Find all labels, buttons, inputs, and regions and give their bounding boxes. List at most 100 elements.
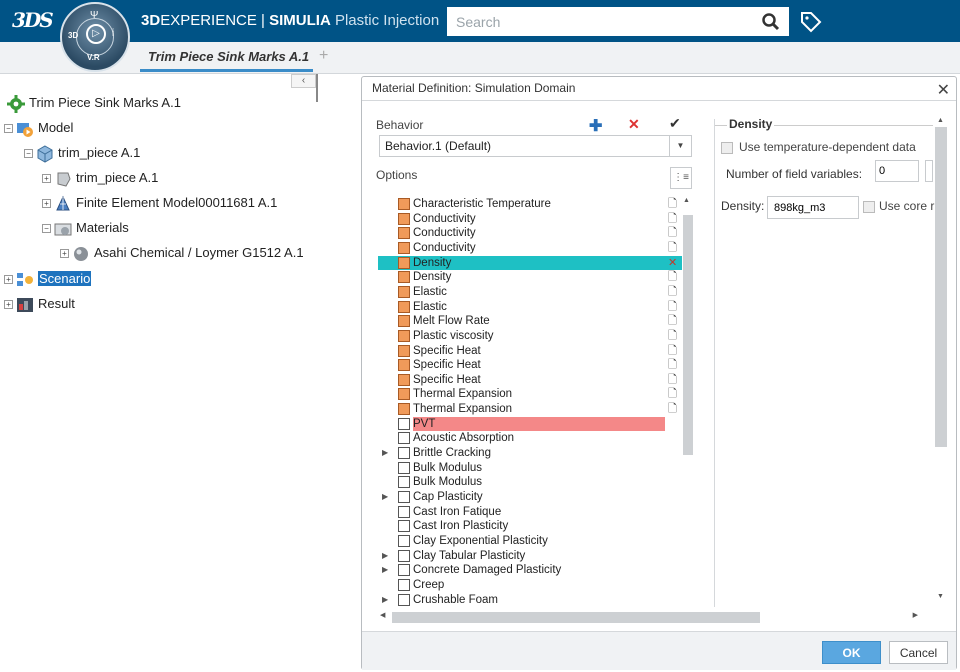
property-checkbox[interactable] — [398, 520, 410, 533]
property-checkbox[interactable] — [398, 447, 410, 460]
property-checkbox[interactable] — [398, 241, 410, 254]
collapse-icon[interactable]: − — [4, 124, 13, 134]
property-checkbox[interactable] — [398, 534, 410, 547]
compass-social-icon[interactable]: Ψ — [90, 10, 98, 21]
property-row[interactable]: Elastic 🗋 — [378, 300, 682, 314]
remove-property-icon[interactable]: ✕ — [668, 256, 677, 270]
scroll-right-icon[interactable]: ▶ — [913, 611, 918, 619]
tree-node-scenario[interactable]: + Scenario — [4, 268, 92, 290]
scroll-left-icon[interactable]: ◀ — [380, 611, 385, 619]
collapse-icon[interactable]: − — [24, 149, 33, 159]
property-row[interactable]: Cast Iron Fatique — [378, 505, 682, 519]
property-checkbox[interactable] — [398, 432, 410, 445]
edit-document-icon[interactable]: 🗋 — [668, 241, 677, 255]
search-input[interactable] — [447, 7, 757, 36]
field-variables-spinner[interactable] — [925, 160, 933, 182]
property-row[interactable]: Bulk Modulus — [378, 475, 682, 489]
horizontal-scrollbar[interactable]: ◀ ▶ — [378, 609, 934, 623]
density-input[interactable] — [767, 196, 859, 219]
property-checkbox[interactable] — [398, 271, 410, 284]
collapse-icon[interactable]: − — [42, 224, 51, 234]
property-row[interactable]: Conductivity 🗋 — [378, 241, 682, 255]
field-variables-input[interactable] — [875, 160, 919, 182]
property-checkbox[interactable] — [398, 359, 410, 372]
property-checkbox[interactable] — [398, 329, 410, 342]
property-checkbox[interactable] — [398, 491, 410, 503]
chevron-down-icon[interactable]: ▼ — [669, 136, 691, 156]
property-row[interactable]: ▶ Cap Plasticity — [378, 490, 682, 504]
property-row[interactable]: Characteristic Temperature 🗋 — [378, 197, 682, 211]
expand-icon[interactable]: ▶ — [382, 563, 392, 577]
property-row[interactable]: ▶ Crushable Foam — [378, 593, 682, 607]
property-checkbox[interactable] — [398, 564, 410, 577]
expand-icon[interactable]: ▶ — [382, 490, 392, 504]
property-checkbox[interactable] — [398, 256, 410, 269]
property-row[interactable]: Thermal Expansion 🗋 — [378, 387, 682, 401]
edit-document-icon[interactable]: 🗋 — [668, 373, 677, 387]
property-row[interactable]: Clay Exponential Plasticity — [378, 534, 682, 548]
cancel-button[interactable]: Cancel — [889, 641, 948, 664]
property-checkbox[interactable] — [398, 476, 410, 489]
edit-document-icon[interactable]: 🗋 — [668, 387, 677, 401]
property-checkbox[interactable] — [398, 373, 410, 386]
checkbox-icon[interactable] — [863, 200, 875, 213]
tree-node-part[interactable]: + trim_piece A.1 — [42, 167, 158, 189]
compass-3d-icon[interactable]: 3D — [68, 31, 78, 40]
tree-node-product[interactable]: − trim_piece A.1 — [24, 142, 140, 164]
edit-document-icon[interactable]: 🗋 — [668, 314, 677, 328]
property-checkbox[interactable] — [398, 285, 410, 298]
add-behavior-icon[interactable]: ✚ — [589, 116, 602, 136]
property-checkbox[interactable] — [398, 403, 410, 416]
expand-icon[interactable]: + — [42, 199, 51, 209]
property-checkbox[interactable] — [398, 593, 410, 606]
property-row[interactable]: Bulk Modulus — [378, 461, 682, 475]
tree-node-material[interactable]: + Asahi Chemical / Loymer G1512 A.1 — [60, 242, 304, 264]
behavior-select[interactable]: Behavior.1 (Default) ▼ — [379, 135, 692, 157]
edit-document-icon[interactable]: 🗋 — [668, 285, 677, 299]
property-row[interactable]: Density ✕ — [378, 255, 682, 270]
property-row[interactable]: Cast Iron Plasticity — [378, 519, 682, 533]
property-checkbox[interactable] — [398, 300, 410, 313]
edit-document-icon[interactable]: 🗋 — [668, 197, 677, 211]
edit-document-icon[interactable]: 🗋 — [668, 344, 677, 358]
scrollbar-thumb[interactable] — [935, 127, 947, 447]
use-temp-dependent-checkbox[interactable]: Use temperature-dependent data — [721, 140, 916, 154]
tag-icon[interactable] — [799, 10, 823, 34]
property-list-scrollbar[interactable]: ▲ — [681, 197, 694, 611]
edit-document-icon[interactable]: 🗋 — [668, 226, 677, 240]
ok-button[interactable]: OK — [822, 641, 881, 664]
check-icon[interactable]: ✔ — [669, 115, 681, 132]
property-checkbox[interactable] — [398, 212, 410, 225]
delete-behavior-icon[interactable]: ✕ — [628, 116, 640, 133]
close-icon[interactable]: ✕ — [937, 80, 950, 100]
property-row[interactable]: Acoustic Absorption — [378, 431, 682, 445]
options-filter-icon[interactable]: ⋮≡ — [670, 167, 692, 189]
expand-icon[interactable]: ▶ — [382, 549, 392, 563]
expand-icon[interactable]: + — [4, 275, 13, 285]
tree-node-model[interactable]: − Model — [4, 117, 73, 139]
checkbox-icon[interactable] — [721, 141, 733, 154]
compass-widget[interactable]: Ψ 3D ▷ i V.R — [60, 2, 130, 72]
edit-document-icon[interactable]: 🗋 — [668, 402, 677, 416]
property-row[interactable]: Plastic viscosity 🗋 — [378, 329, 682, 343]
edit-document-icon[interactable]: 🗋 — [668, 300, 677, 314]
search-icon[interactable] — [761, 12, 781, 32]
scrollbar-thumb[interactable] — [683, 215, 693, 455]
property-row[interactable]: Conductivity 🗋 — [378, 212, 682, 226]
property-row[interactable]: Density 🗋 — [378, 270, 682, 284]
compass-vr-icon[interactable]: V.R — [87, 53, 100, 62]
property-row[interactable]: Specific Heat 🗋 — [378, 373, 682, 387]
property-checkbox[interactable] — [398, 549, 410, 562]
property-checkbox[interactable] — [398, 344, 410, 357]
property-row[interactable]: Conductivity 🗋 — [378, 226, 682, 240]
property-row[interactable]: ▶ Clay Tabular Plasticity — [378, 549, 682, 563]
tab-trim-piece[interactable]: Trim Piece Sink Marks A.1 — [140, 47, 313, 72]
right-pane-scrollbar[interactable]: ▲ ▼ — [935, 117, 947, 607]
property-checkbox[interactable] — [398, 505, 410, 518]
tree-node-result[interactable]: + Result — [4, 293, 75, 315]
property-checkbox[interactable] — [398, 578, 410, 591]
compass-info-icon[interactable]: i — [112, 28, 114, 39]
property-checkbox[interactable] — [398, 461, 410, 474]
tree-node-root[interactable]: Trim Piece Sink Marks A.1 — [4, 92, 181, 114]
property-row[interactable]: Melt Flow Rate 🗋 — [378, 314, 682, 328]
